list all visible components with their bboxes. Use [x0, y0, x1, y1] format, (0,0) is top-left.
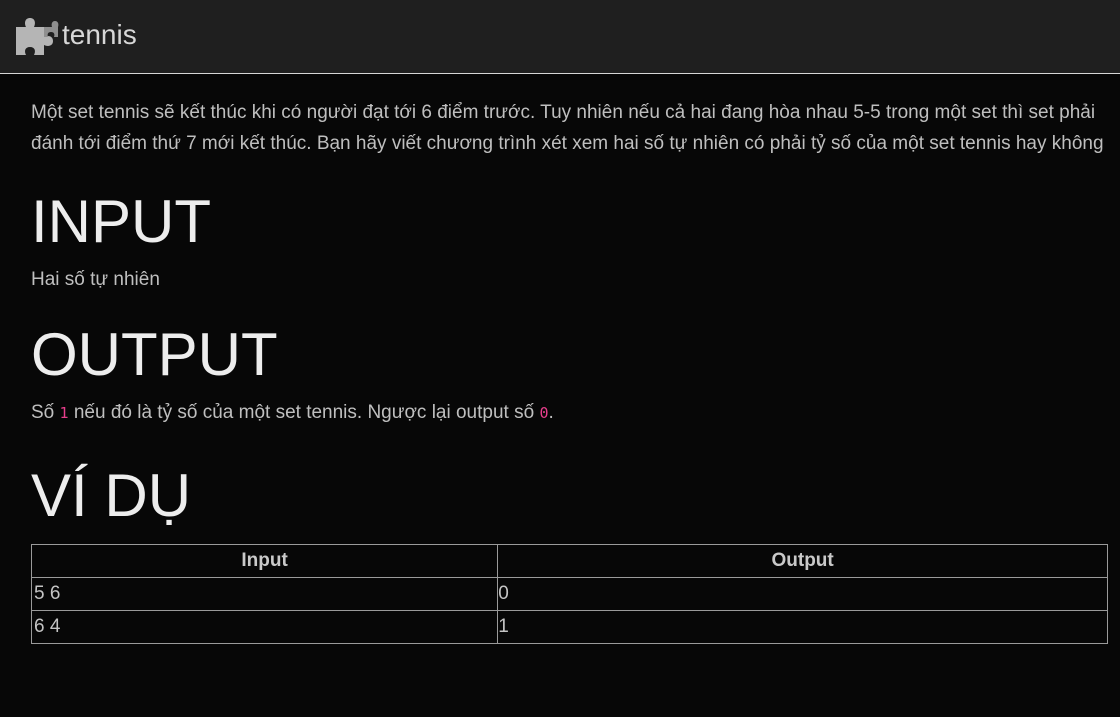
example-input-cell: 5 6: [30, 577, 499, 611]
input-description: Hai số tự nhiên: [31, 269, 160, 290]
output-text-middle: nếu đó là tỷ số của một set tennis. Ngượ…: [68, 402, 540, 423]
table-header-row: Input Output: [30, 544, 1108, 578]
navbar: tennis: [0, 0, 1120, 74]
table-row: 5 6 0: [30, 577, 1108, 611]
example-output-value: 0: [498, 583, 509, 604]
output-text-suffix: .: [548, 402, 554, 423]
code-true-value: 1: [59, 404, 69, 422]
output-text-prefix: Số: [31, 402, 60, 423]
problem-content: Một set tennis sẽ kết thúc khi có người …: [0, 97, 1120, 644]
example-output-cell: 1: [497, 610, 1108, 644]
output-heading: OUTPUT: [31, 321, 278, 388]
brand-title[interactable]: tennis: [62, 20, 137, 49]
output-description: Số 1 nếu đó là tỷ số của một set tennis.…: [31, 401, 1108, 425]
example-heading: VÍ DỤ: [31, 462, 192, 529]
examples-table: Input Output 5 6 0 6 4 1: [30, 544, 1108, 644]
problem-description: Một set tennis sẽ kết thúc khi có người …: [31, 102, 1104, 154]
table-row: 6 4 1: [30, 610, 1108, 644]
column-header-input: Input: [30, 544, 499, 578]
puzzle-piece-icon[interactable]: [14, 17, 60, 57]
input-heading: INPUT: [31, 188, 211, 255]
example-output-value: 1: [498, 616, 509, 637]
example-output-cell: 0: [497, 577, 1108, 611]
example-input-cell: 6 4: [30, 610, 499, 644]
column-header-output: Output: [497, 544, 1108, 578]
